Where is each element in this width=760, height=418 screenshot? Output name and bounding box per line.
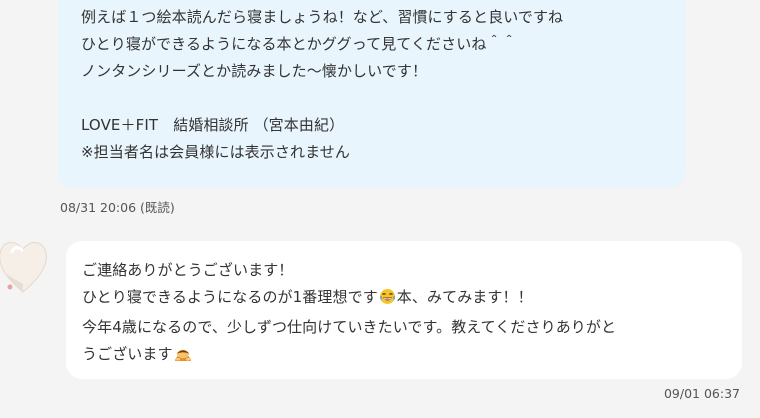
bowing-person-emoji-icon	[174, 344, 192, 371]
read-status: (既読)	[140, 200, 175, 215]
message-text: ひとり寝できるようになるのが1番理想です	[82, 288, 378, 306]
signature-line: LOVE＋FIT 結婚相談所 （宮本由紀）	[81, 116, 345, 134]
sent-message-meta: 08/31 20:06 (既読)	[60, 197, 175, 216]
message-line: ひとり寝できるようになるのが1番理想です 本、みてみます！！	[82, 284, 742, 314]
message-text: 本、みてみます！！	[396, 288, 533, 306]
sent-timestamp: 08/31 20:06	[60, 200, 137, 215]
signature-note: ※担当者名は会員様には表示されません	[81, 143, 350, 161]
message-line: うございます	[82, 341, 742, 371]
sent-message-bubble: 例えば１つ絵本読んだら寝ましょうね！など、習慣にすると良いですね ひとり寝ができ…	[58, 0, 685, 188]
heart-avatar-icon	[0, 242, 47, 293]
message-line: 例えば１つ絵本読んだら寝ましょうね！など、習慣にすると良いですね	[81, 8, 564, 26]
received-message-bubble: ご連絡ありがとうございます！ ひとり寝できるようになるのが1番理想です 本、みてみ…	[66, 241, 742, 379]
avatar[interactable]	[0, 232, 54, 300]
message-line: 今年4歳になるので、少しずつ仕向けていきたいです。教えてくださりありがと	[82, 318, 617, 336]
message-text: うございます	[82, 345, 173, 363]
message-line: ノンタンシリーズとか読みました〜懐かしいです！	[81, 62, 428, 80]
laughing-tears-emoji-icon	[379, 287, 396, 314]
received-timestamp: 09/01 06:37	[663, 386, 740, 401]
message-line: ひとり寝ができるようになる本とかググって見てくださいね＾＾	[81, 35, 517, 53]
message-line: ご連絡ありがとうございます！	[82, 261, 294, 279]
